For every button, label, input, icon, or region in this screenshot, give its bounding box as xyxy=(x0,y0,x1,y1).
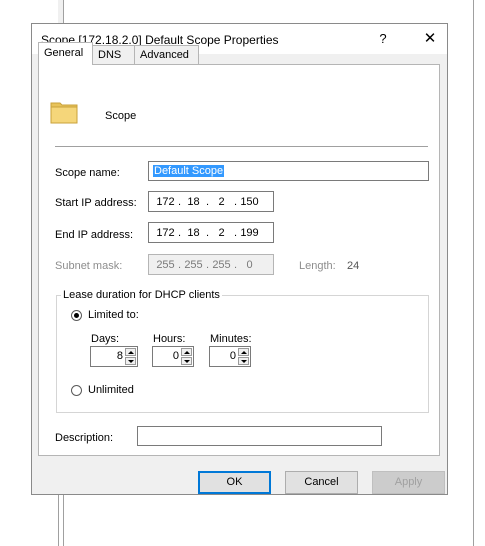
ip-octet: 172 xyxy=(156,195,175,208)
minutes-spinner[interactable]: 0 xyxy=(209,346,251,367)
scope-name-label: Scope name: xyxy=(55,167,120,179)
unlimited-radio[interactable] xyxy=(71,385,82,396)
unlimited-label: Unlimited xyxy=(88,384,134,396)
ip-octet: 2 xyxy=(218,195,225,208)
background-stub xyxy=(58,0,63,24)
tab-advanced[interactable]: Advanced xyxy=(134,45,199,64)
days-label: Days: xyxy=(91,333,120,345)
description-input[interactable] xyxy=(137,426,382,446)
tab-general[interactable]: General xyxy=(38,42,93,65)
folder-icon xyxy=(50,102,78,124)
spin-up-icon[interactable] xyxy=(238,348,249,356)
background-line xyxy=(473,0,474,546)
description-label: Description: xyxy=(55,432,114,444)
apply-button: Apply xyxy=(372,471,445,494)
spin-up-icon[interactable] xyxy=(125,348,136,356)
scope-name-input[interactable]: Default Scope xyxy=(148,161,429,181)
spin-down-icon[interactable] xyxy=(238,357,249,365)
ip-octet: 255 xyxy=(212,258,231,271)
minutes-label: Minutes: xyxy=(210,333,252,345)
ip-octet: 172 xyxy=(156,226,175,239)
start-ip-label: Start IP address: xyxy=(55,197,137,209)
length-label: Length: xyxy=(299,260,336,272)
spin-up-icon[interactable] xyxy=(181,348,192,356)
scope-header-label: Scope xyxy=(105,110,137,122)
ip-octet: 255 xyxy=(156,258,175,271)
limited-label: Limited to: xyxy=(88,309,139,321)
ip-octet: 18 xyxy=(187,226,200,239)
cancel-button[interactable]: Cancel xyxy=(285,471,358,494)
end-ip-input[interactable]: 172. 18. 2. 199 xyxy=(148,222,274,243)
ip-octet: 18 xyxy=(187,195,200,208)
end-ip-label: End IP address: xyxy=(55,229,134,241)
spin-down-icon[interactable] xyxy=(125,357,136,365)
hours-spinner[interactable]: 0 xyxy=(152,346,194,367)
help-button[interactable]: ? xyxy=(374,29,392,49)
subnet-mask-input: 255. 255. 255. 0 xyxy=(148,254,274,275)
ok-button[interactable]: OK xyxy=(198,471,271,494)
ip-octet: 199 xyxy=(240,226,259,239)
hours-label: Hours: xyxy=(153,333,186,345)
length-value: 24 xyxy=(347,260,360,272)
ip-octet: 255 xyxy=(184,258,203,271)
hours-value: 0 xyxy=(172,350,179,362)
subnet-mask-label: Subnet mask: xyxy=(55,260,123,272)
start-ip-input[interactable]: 172. 18. 2. 150 xyxy=(148,191,274,212)
scope-name-value: Default Scope xyxy=(153,165,225,177)
close-button[interactable]: ✕ xyxy=(419,28,441,50)
days-value: 8 xyxy=(116,350,123,362)
ip-octet: 0 xyxy=(246,258,253,271)
tab-dns[interactable]: DNS xyxy=(92,45,135,64)
separator xyxy=(55,146,428,147)
spin-down-icon[interactable] xyxy=(181,357,192,365)
ip-octet: 2 xyxy=(218,226,225,239)
days-spinner[interactable]: 8 xyxy=(90,346,138,367)
lease-duration-label: Lease duration for DHCP clients xyxy=(61,289,222,301)
ip-octet: 150 xyxy=(240,195,259,208)
minutes-value: 0 xyxy=(229,350,236,362)
limited-radio[interactable] xyxy=(71,310,82,321)
